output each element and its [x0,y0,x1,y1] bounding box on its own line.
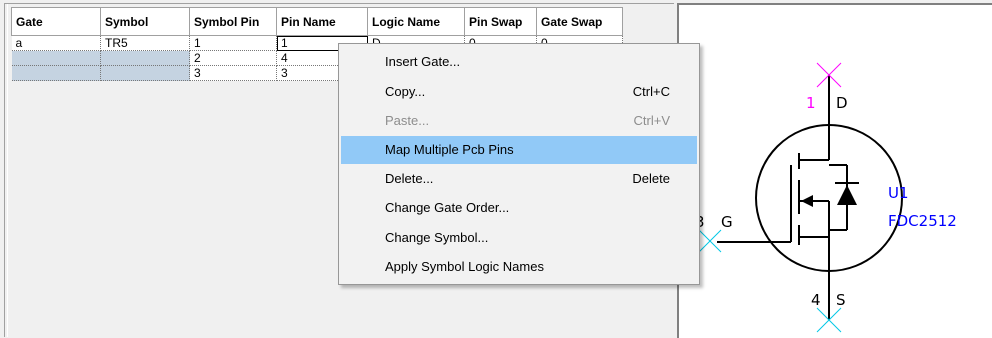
cell-symbol[interactable]: TR5 [100,35,190,51]
symbol-preview-pane: 1 D 3 G 4 S U [677,3,992,338]
menu-item-apply-symbol-logic-names[interactable]: Apply Symbol Logic Names [341,253,697,281]
pin-4-number: 4 [811,291,821,309]
cell-symbol[interactable] [100,65,190,81]
cell-symbol-pin[interactable]: 1 [189,35,277,51]
body-arrow [801,195,813,207]
menu-item-delete[interactable]: Delete... Delete [341,165,697,193]
menu-item-label: Map Multiple Pcb Pins [385,142,514,157]
col-header-symbol-pin[interactable]: Symbol Pin [189,7,277,36]
col-header-logic-name[interactable]: Logic Name [367,7,465,36]
cell-symbol-pin[interactable]: 2 [189,50,277,66]
menu-item-paste[interactable]: Paste... Ctrl+V [341,107,697,135]
context-menu: Insert Gate... Copy... Ctrl+C Paste... C… [338,43,700,285]
col-header-pin-name[interactable]: Pin Name [276,7,368,36]
col-header-gate-swap[interactable]: Gate Swap [536,7,623,36]
menu-item-label: Change Gate Order... [385,200,510,215]
cell-symbol-pin[interactable]: 3 [189,65,277,81]
menu-item-copy[interactable]: Copy... Ctrl+C [341,78,697,106]
col-header-symbol[interactable]: Symbol [100,7,190,36]
col-header-gate[interactable]: Gate [11,7,101,36]
cell-symbol[interactable] [100,50,190,66]
menu-item-label: Insert Gate... [385,54,461,69]
cell-gate[interactable] [11,65,101,81]
pin-4-name: S [836,291,846,309]
panel-edge [7,4,8,337]
menu-item-shortcut: Delete [632,171,670,186]
menu-item-change-symbol[interactable]: Change Symbol... [341,224,697,252]
menu-item-label: Paste... [385,113,430,128]
menu-item-label: Copy... [385,84,426,99]
menu-item-shortcut: Ctrl+V [633,113,670,128]
cell-gate[interactable] [11,50,101,66]
pin-1-number: 1 [806,94,816,112]
col-header-pin-swap[interactable]: Pin Swap [464,7,537,36]
menu-item-insert-gate[interactable]: Insert Gate... [341,48,697,76]
menu-item-label: Delete... [385,171,434,186]
ref-designator: U1 [888,184,909,202]
menu-item-change-gate-order[interactable]: Change Gate Order... [341,194,697,222]
diode-triangle [837,185,857,205]
pin-3-name: G [721,213,733,231]
menu-item-shortcut: Ctrl+C [632,84,670,99]
menu-item-label: Change Symbol... [385,230,489,245]
table-header-row: Gate Symbol Symbol Pin Pin Name Logic Na… [11,7,623,36]
cell-gate[interactable]: a [11,35,101,51]
part-name: FDC2512 [888,212,957,230]
menu-item-map-multiple-pcb-pins[interactable]: Map Multiple Pcb Pins [341,136,697,164]
mosfet-symbol: 1 D 3 G 4 S U [695,62,957,333]
menu-item-label: Apply Symbol Logic Names [385,259,544,274]
pin-1-name: D [836,94,848,112]
